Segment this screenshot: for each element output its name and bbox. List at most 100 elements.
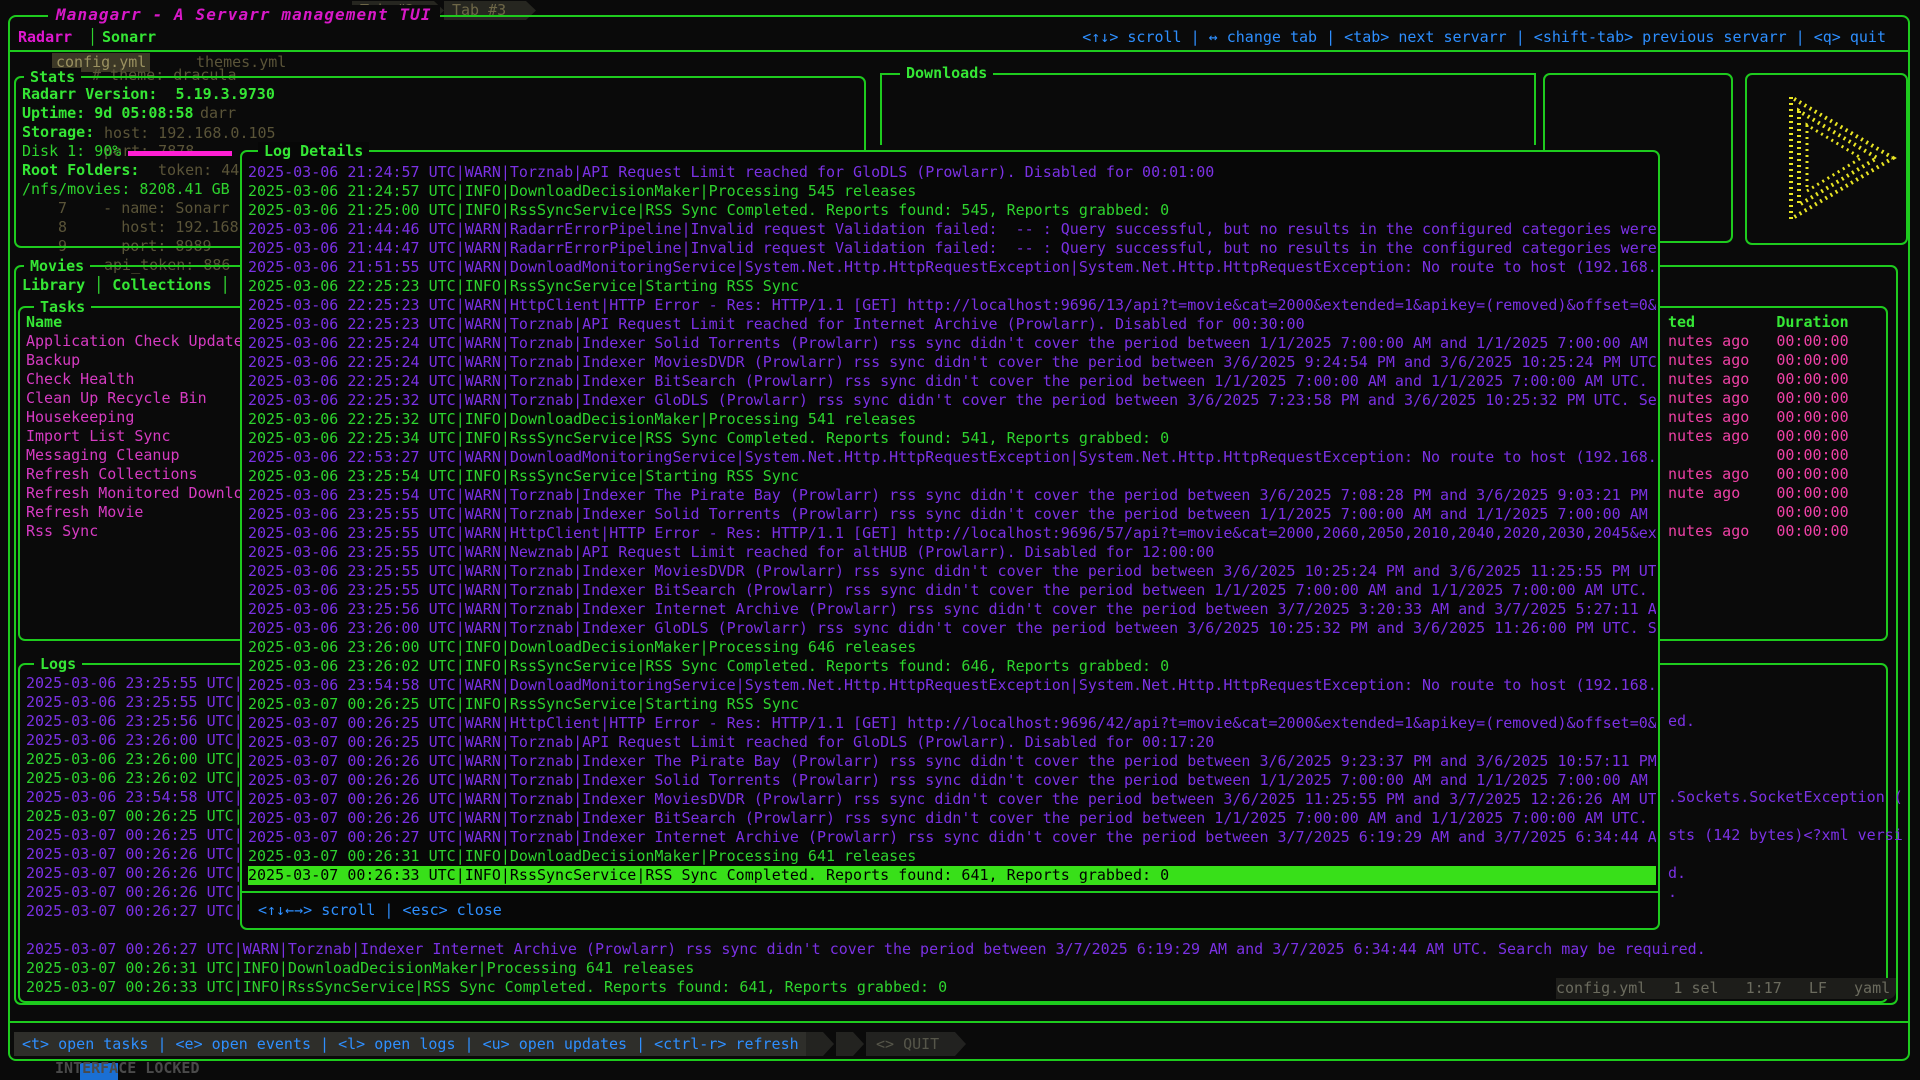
log-detail-row[interactable]: 2025-03-06 22:25:32 UTC|WARN|Torznab|Ind… xyxy=(248,391,1656,410)
log-row-fragment xyxy=(1668,750,1903,769)
task-row[interactable]: Refresh Collections xyxy=(26,465,243,484)
task-row[interactable]: Rss Sync xyxy=(26,522,243,541)
tab-sonarr[interactable]: Sonarr xyxy=(102,28,156,47)
log-detail-row[interactable]: 2025-03-07 00:26:25 UTC|WARN|Torznab|API… xyxy=(248,733,1656,752)
interface-locked-label: INTERFACE LOCKED xyxy=(55,1059,200,1078)
task-row[interactable]: Clean Up Recycle Bin xyxy=(26,389,243,408)
log-detail-row[interactable]: 2025-03-06 21:24:57 UTC|WARN|Torznab|API… xyxy=(248,163,1656,182)
task-row-values: nutes ago 00:00:00 xyxy=(1668,408,1849,427)
stats-rows: Radarr Version: 5.19.3.9730Uptime: 9d 05… xyxy=(22,85,275,199)
log-detail-row[interactable]: 2025-03-06 22:25:24 UTC|WARN|Torznab|Ind… xyxy=(248,334,1656,353)
log-row-fragment: ed. xyxy=(1668,712,1903,731)
log-detail-row[interactable]: 2025-03-07 00:26:25 UTC|WARN|HttpClient|… xyxy=(248,714,1656,733)
log-detail-row[interactable]: 2025-03-06 22:25:24 UTC|WARN|Torznab|Ind… xyxy=(248,372,1656,391)
log-row-fragment xyxy=(1668,674,1903,693)
log-detail-row[interactable]: 2025-03-06 21:44:46 UTC|WARN|RadarrError… xyxy=(248,220,1656,239)
log-detail-row[interactable]: 2025-03-07 00:26:33 UTC|INFO|RssSyncServ… xyxy=(248,866,1656,885)
log-row[interactable]: 2025-03-07 00:26:26 UTC| xyxy=(26,845,243,864)
log-row[interactable]: 2025-03-06 23:26:00 UTC| xyxy=(26,750,243,769)
log-detail-row[interactable]: 2025-03-06 23:25:55 UTC|WARN|HttpClient|… xyxy=(248,524,1656,543)
log-detail-row[interactable]: 2025-03-06 21:24:57 UTC|INFO|DownloadDec… xyxy=(248,182,1656,201)
radarr-logo-icon xyxy=(1781,89,1901,233)
log-row[interactable]: 2025-03-07 00:26:25 UTC| xyxy=(26,807,243,826)
log-detail-row[interactable]: 2025-03-06 23:25:54 UTC|INFO|RssSyncServ… xyxy=(248,467,1656,486)
top-help-text: <↑↓> scroll | ↔ change tab | <tab> next … xyxy=(1082,28,1886,47)
log-row[interactable]: 2025-03-07 00:26:25 UTC| xyxy=(26,826,243,845)
stats-row: Root Folders: xyxy=(22,161,275,180)
log-detail-row[interactable]: 2025-03-06 21:25:00 UTC|INFO|RssSyncServ… xyxy=(248,201,1656,220)
task-row[interactable]: Backup xyxy=(26,351,243,370)
task-row-values: nutes ago 00:00:00 xyxy=(1668,389,1849,408)
servarr-tab-separator: │ xyxy=(88,28,97,47)
log-row[interactable]: 2025-03-06 23:25:55 UTC| xyxy=(26,674,243,693)
app-header-divider xyxy=(9,50,1909,52)
log-detail-row[interactable]: 2025-03-06 22:25:23 UTC|INFO|RssSyncServ… xyxy=(248,277,1656,296)
log-row-fragment: .Sockets.SocketException ( xyxy=(1668,788,1903,807)
log-detail-row[interactable]: 2025-03-06 23:25:55 UTC|WARN|Torznab|Ind… xyxy=(248,562,1656,581)
log-detail-row[interactable]: 2025-03-06 22:25:23 UTC|WARN|HttpClient|… xyxy=(248,296,1656,315)
task-row-values: nutes ago 00:00:00 xyxy=(1668,332,1849,351)
log-detail-row[interactable]: 2025-03-06 23:54:58 UTC|WARN|DownloadMon… xyxy=(248,676,1656,695)
movies-panel-title: Movies xyxy=(24,257,90,275)
tasks-header-executed-duration: ted Duration xyxy=(1668,313,1849,332)
log-detail-row[interactable]: 2025-03-06 23:25:54 UTC|WARN|Torznab|Ind… xyxy=(248,486,1656,505)
log-detail-row[interactable]: 2025-03-06 21:51:55 UTC|WARN|DownloadMon… xyxy=(248,258,1656,277)
tab-radarr[interactable]: Radarr xyxy=(18,28,72,47)
log-row[interactable]: 2025-03-06 23:54:58 UTC| xyxy=(26,788,243,807)
logs-panel-title: Logs xyxy=(34,655,82,673)
log-detail-row[interactable]: 2025-03-06 23:25:56 UTC|WARN|Torznab|Ind… xyxy=(248,600,1656,619)
log-row[interactable]: 2025-03-07 00:26:31 UTC|INFO|DownloadDec… xyxy=(26,959,1706,978)
log-detail-row[interactable]: 2025-03-06 22:25:32 UTC|INFO|DownloadDec… xyxy=(248,410,1656,429)
log-detail-row[interactable]: 2025-03-06 23:25:55 UTC|WARN|Torznab|Ind… xyxy=(248,505,1656,524)
log-detail-row[interactable]: 2025-03-06 23:25:55 UTC|WARN|Newznab|API… xyxy=(248,543,1656,562)
task-row[interactable]: Refresh Monitored Downlo xyxy=(26,484,243,503)
log-row-fragment xyxy=(1668,693,1903,712)
log-detail-row[interactable]: 2025-03-06 22:53:27 UTC|WARN|DownloadMon… xyxy=(248,448,1656,467)
log-row[interactable]: 2025-03-06 23:25:55 UTC| xyxy=(26,693,243,712)
logo-panel xyxy=(1745,73,1908,245)
log-detail-row[interactable]: 2025-03-07 00:26:26 UTC|WARN|Torznab|Ind… xyxy=(248,752,1656,771)
log-detail-row[interactable]: 2025-03-06 23:26:00 UTC|WARN|Torznab|Ind… xyxy=(248,619,1656,638)
log-detail-row[interactable]: 2025-03-06 23:26:00 UTC|INFO|DownloadDec… xyxy=(248,638,1656,657)
editor-status-line: config.yml 1 sel 1:17 LF yaml xyxy=(1556,978,1896,999)
keybar[interactable]: <t> open tasks | <e> open events | <l> o… xyxy=(14,1032,822,1056)
log-detail-row[interactable]: 2025-03-06 21:44:47 UTC|WARN|RadarrError… xyxy=(248,239,1656,258)
logs-left-rows: 2025-03-06 23:25:55 UTC|2025-03-06 23:25… xyxy=(26,674,243,921)
log-row[interactable]: 2025-03-07 00:26:26 UTC| xyxy=(26,864,243,883)
movies-tabs[interactable]: Library │ Collections │ xyxy=(22,276,230,295)
task-row[interactable]: Application Check Update xyxy=(26,332,243,351)
log-row[interactable]: 2025-03-07 00:26:33 UTC|INFO|RssSyncServ… xyxy=(26,978,1706,997)
downloads-right-border xyxy=(1534,75,1536,145)
log-detail-row[interactable]: 2025-03-06 22:25:34 UTC|INFO|RssSyncServ… xyxy=(248,429,1656,448)
log-detail-row[interactable]: 2025-03-07 00:26:26 UTC|WARN|Torznab|Ind… xyxy=(248,771,1656,790)
log-detail-row[interactable]: 2025-03-07 00:26:31 UTC|INFO|DownloadDec… xyxy=(248,847,1656,866)
log-row-fragment xyxy=(1668,845,1903,864)
task-row[interactable]: Housekeeping xyxy=(26,408,243,427)
log-row[interactable]: 2025-03-06 23:25:56 UTC| xyxy=(26,712,243,731)
managarr-tui-screen: Tab #2 Tab #3 config.ymlthemes.yml# them… xyxy=(0,0,1920,1080)
log-detail-row[interactable]: 2025-03-06 22:25:24 UTC|WARN|Torznab|Ind… xyxy=(248,353,1656,372)
log-detail-row[interactable]: 2025-03-07 00:26:27 UTC|WARN|Torznab|Ind… xyxy=(248,828,1656,847)
task-row[interactable]: Import List Sync xyxy=(26,427,243,446)
task-row[interactable]: Messaging Cleanup xyxy=(26,446,243,465)
log-detail-row[interactable]: 2025-03-07 00:26:25 UTC|INFO|RssSyncServ… xyxy=(248,695,1656,714)
task-row-values: nutes ago 00:00:00 xyxy=(1668,370,1849,389)
logs-full-rows: 2025-03-07 00:26:27 UTC|WARN|Torznab|Ind… xyxy=(26,940,1706,997)
task-row-values: nute ago 00:00:00 xyxy=(1668,484,1849,503)
log-row[interactable]: 2025-03-06 23:26:02 UTC| xyxy=(26,769,243,788)
log-detail-row[interactable]: 2025-03-06 23:25:55 UTC|WARN|Torznab|Ind… xyxy=(248,581,1656,600)
task-row[interactable]: Check Health xyxy=(26,370,243,389)
log-row[interactable]: 2025-03-07 00:26:26 UTC| xyxy=(26,883,243,902)
log-details-lines: 2025-03-06 21:24:57 UTC|WARN|Torznab|API… xyxy=(248,163,1656,885)
log-row[interactable]: 2025-03-07 00:26:27 UTC| xyxy=(26,902,243,921)
log-details-modal: Log Details 2025-03-06 21:24:57 UTC|WARN… xyxy=(240,150,1660,930)
stats-row: Storage: xyxy=(22,123,275,142)
log-row[interactable]: 2025-03-06 23:26:00 UTC| xyxy=(26,731,243,750)
task-row[interactable]: Refresh Movie xyxy=(26,503,243,522)
log-row[interactable]: 2025-03-07 00:26:27 UTC|WARN|Torznab|Ind… xyxy=(26,940,1706,959)
log-detail-row[interactable]: 2025-03-06 22:25:23 UTC|WARN|Torznab|API… xyxy=(248,315,1656,334)
log-detail-row[interactable]: 2025-03-06 23:26:02 UTC|INFO|RssSyncServ… xyxy=(248,657,1656,676)
task-row-values: 00:00:00 xyxy=(1668,503,1849,522)
log-detail-row[interactable]: 2025-03-07 00:26:26 UTC|WARN|Torznab|Ind… xyxy=(248,790,1656,809)
log-detail-row[interactable]: 2025-03-07 00:26:26 UTC|WARN|Torznab|Ind… xyxy=(248,809,1656,828)
